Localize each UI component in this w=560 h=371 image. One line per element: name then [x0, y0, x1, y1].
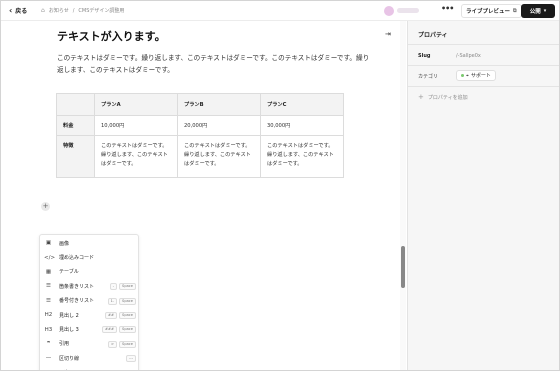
arrow-left-icon: ‹ [9, 5, 13, 15]
back-button[interactable]: ‹ 戻る [9, 6, 27, 15]
menu-item[interactable]: ☷目次 [40, 366, 140, 371]
back-label: 戻る [15, 8, 28, 15]
publish-button[interactable]: 公開 ▾ [521, 4, 555, 18]
breadcrumb-separator: / [72, 7, 75, 14]
publish-label: 公開 [529, 9, 541, 15]
article-heading[interactable]: テキストが入ります。 [57, 28, 166, 44]
category-label: カテゴリ [418, 74, 439, 80]
properties-panel: プロパティ Slug /-Sallpe0x カテゴリ ⌖ サポート + プロパテ… [407, 21, 559, 370]
keyboard-shortcut: --- [126, 355, 136, 363]
category-value: サポート [470, 73, 491, 79]
table-row-label[interactable]: 料金 [56, 115, 95, 136]
divider [408, 86, 559, 87]
table-header-cell[interactable]: プランA [94, 93, 178, 116]
menu-item-label: テーブル [59, 269, 79, 276]
shortcut-key: 1. [107, 297, 118, 305]
menu-item[interactable]: ☰ 番号付きリスト 1. Space [40, 294, 140, 308]
user-name-placeholder [397, 8, 419, 13]
numbered-list-icon: ☰ [46, 297, 51, 304]
plus-icon: + [418, 93, 424, 101]
cms-editor-window: ‹ 戻る ⌂ お知らせ / CMSデザイン調整用 ••• ライブプレビュー ⧉ … [0, 0, 560, 371]
menu-item[interactable]: ☰ 箇条書きリスト - Space [40, 279, 140, 293]
scrollbar[interactable] [400, 21, 406, 370]
bullet-list-icon: ☰ [46, 283, 51, 290]
tag-icon: ⌖ [466, 72, 469, 79]
menu-item[interactable]: H2 見出し 2 ## Space [40, 308, 140, 322]
embed-code-icon: </> [44, 254, 56, 261]
shortcut-key: ### [102, 326, 118, 334]
divider [408, 44, 559, 45]
table-cell[interactable]: 10,000円 [94, 115, 178, 136]
menu-item[interactable]: ❞ 引用 > Space [40, 337, 140, 351]
table-cell[interactable]: このテキストはダミーです。繰り返します、このテキストはダミーです。 [260, 135, 344, 178]
table-header-cell[interactable]: プランC [260, 93, 344, 116]
table-header-row: プランA プランB プランC [56, 93, 344, 116]
keyboard-shortcut: 1. Space [107, 297, 136, 305]
top-bar: ‹ 戻る ⌂ お知らせ / CMSデザイン調整用 ••• ライブプレビュー ⧉ … [1, 1, 559, 21]
shortcut-key: ## [105, 312, 118, 319]
chevron-down-icon: ▾ [543, 8, 547, 14]
table-cell[interactable]: 30,000円 [260, 115, 344, 136]
insert-block-menu: ▣ 画像 </> 埋め込みコード ▦ テーブル ☰ 箇条書きリスト - Space ☰ 番号付きリスト… [39, 234, 140, 371]
menu-item[interactable]: ▣ 画像 [40, 236, 140, 250]
shortcut-key: Space [119, 340, 136, 348]
table-header-cell[interactable]: プランB [177, 93, 261, 116]
add-block-icon[interactable]: + [41, 202, 50, 211]
table-row: 料金 10,000円 20,000円 30,000円 [56, 115, 344, 136]
image-icon: ▣ [45, 240, 52, 247]
divider-icon: — [45, 355, 52, 362]
table-cell[interactable]: 20,000円 [177, 115, 261, 136]
table-cell[interactable]: このテキストはダミーです。繰り返します、このテキストはダミーです。 [177, 135, 261, 178]
external-link-icon: ⧉ [513, 8, 517, 14]
heading2-icon: H2 [44, 312, 53, 319]
menu-item[interactable]: — 区切り線 --- [40, 351, 140, 365]
shortcut-key: > [108, 340, 118, 348]
shortcut-key: Space [119, 297, 136, 305]
keyboard-shortcut: - Space [109, 283, 136, 291]
menu-item[interactable]: </> 埋め込みコード [40, 250, 140, 264]
shortcut-key: --- [126, 355, 136, 363]
menu-item[interactable]: H3 見出し 3 ### Space [40, 322, 140, 336]
menu-item-label: 画像 [59, 240, 70, 247]
add-property-button[interactable]: + プロパティを追加 [418, 93, 468, 102]
keyboard-shortcut: ### Space [102, 326, 136, 334]
heading3-icon: H3 [44, 326, 53, 333]
table-row-label[interactable]: 特徴 [56, 135, 95, 178]
status-dot [461, 74, 464, 77]
table-header-cell[interactable] [56, 93, 95, 116]
live-preview-label: ライブプレビュー [466, 9, 511, 15]
shortcut-key: Space [119, 283, 136, 291]
shortcut-key: - [109, 283, 118, 291]
table-row: 特徴 このテキストはダミーです。繰り返します、このテキストはダミーです。 このテ… [56, 135, 344, 178]
breadcrumb-item-news[interactable]: お知らせ [49, 7, 69, 14]
scrollbar-thumb[interactable] [401, 246, 405, 288]
plan-table[interactable]: プランA プランB プランC 料金 10,000円 20,000円 30,000… [56, 93, 344, 178]
category-tag[interactable]: ⌖ サポート [456, 70, 496, 81]
home-icon[interactable]: ⌂ [41, 7, 45, 14]
article-paragraph[interactable]: このテキストはダミーです。繰り返します、このテキストはダミーです。このテキストは… [57, 52, 373, 76]
keyboard-shortcut: > Space [108, 340, 136, 348]
table-cell[interactable]: このテキストはダミーです。繰り返します、このテキストはダミーです。 [94, 135, 178, 178]
slug-label: Slug [418, 53, 431, 59]
menu-item-label: 埋め込みコード [59, 255, 95, 262]
collapse-panel-icon[interactable]: ⇥ [385, 30, 391, 38]
slug-value[interactable]: /-Sallpe0x [456, 53, 481, 59]
shortcut-key: Space [119, 326, 136, 334]
add-property-label: プロパティを追加 [427, 95, 468, 101]
breadcrumb-item-current: CMSデザイン調整用 [78, 8, 125, 14]
live-preview-button[interactable]: ライブプレビュー ⧉ [461, 4, 522, 18]
divider [408, 65, 559, 66]
breadcrumb: ⌂ お知らせ / CMSデザイン調整用 [41, 7, 124, 14]
more-options-icon[interactable]: ••• [441, 4, 454, 13]
editor-area[interactable]: ⇥ テキストが入ります。 このテキストはダミーです。繰り返します、このテキストは… [1, 21, 407, 371]
table-icon: ▦ [45, 268, 52, 275]
avatar[interactable] [384, 6, 394, 16]
panel-title: プロパティ [418, 32, 448, 39]
keyboard-shortcut: ## Space [105, 312, 136, 319]
quote-icon: ❞ [47, 340, 50, 347]
menu-item[interactable]: ▦ テーブル [40, 265, 140, 279]
shortcut-key: Space [119, 312, 136, 319]
